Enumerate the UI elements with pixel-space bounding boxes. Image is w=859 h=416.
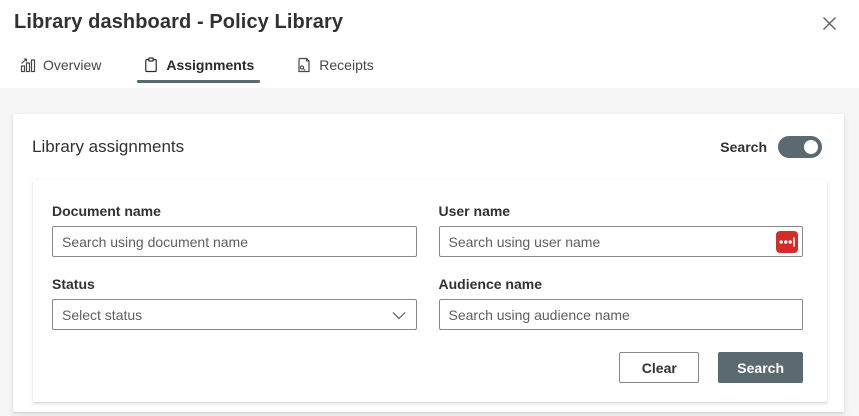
field-audience-name: Audience name — [438, 276, 803, 330]
tab-label: Overview — [43, 57, 102, 73]
search-button[interactable]: Search — [718, 352, 803, 383]
panel-title: Library assignments — [32, 137, 185, 156]
close-icon — [822, 17, 837, 34]
document-name-input[interactable] — [52, 226, 417, 257]
chevron-down-icon — [392, 307, 406, 323]
field-document-name: Document name — [52, 203, 417, 257]
search-form-card: Document name User name — [33, 180, 827, 402]
dialog-title: Library dashboard - Policy Library — [14, 11, 344, 33]
status-dropdown[interactable]: Select status — [52, 299, 417, 330]
audience-name-label: Audience name — [438, 276, 542, 292]
tab-receipts[interactable]: Receipts — [290, 51, 379, 83]
search-toggle[interactable] — [778, 136, 822, 158]
search-toggle-label: Search — [720, 139, 767, 155]
user-name-input[interactable] — [438, 226, 803, 257]
status-dropdown-value: Select status — [62, 306, 143, 323]
toggle-knob — [804, 140, 818, 154]
clipboard-icon — [143, 57, 159, 73]
assignments-panel: Library assignments Search Document name… — [13, 114, 844, 412]
document-name-label: Document name — [52, 203, 161, 219]
field-user-name: User name — [438, 203, 803, 257]
tab-overview[interactable]: Overview — [14, 51, 107, 83]
audience-name-input[interactable] — [438, 299, 803, 330]
search-toggle-group: Search — [720, 136, 822, 158]
lastpass-icon[interactable] — [776, 230, 798, 253]
clear-button[interactable]: Clear — [619, 352, 700, 383]
tab-label: Assignments — [166, 57, 255, 73]
tab-bar: Overview Assignments Receipts — [14, 51, 859, 83]
tab-assignments[interactable]: Assignments — [137, 51, 261, 83]
status-label: Status — [52, 276, 95, 292]
dialog-header: Library dashboard - Policy Library Overv… — [0, 0, 859, 88]
close-button[interactable] — [818, 12, 841, 35]
bar-chart-icon — [20, 57, 36, 73]
receipt-icon — [296, 57, 312, 73]
tab-label: Receipts — [319, 57, 374, 73]
field-status: Status Select status — [52, 276, 417, 330]
user-name-label: User name — [438, 203, 511, 219]
